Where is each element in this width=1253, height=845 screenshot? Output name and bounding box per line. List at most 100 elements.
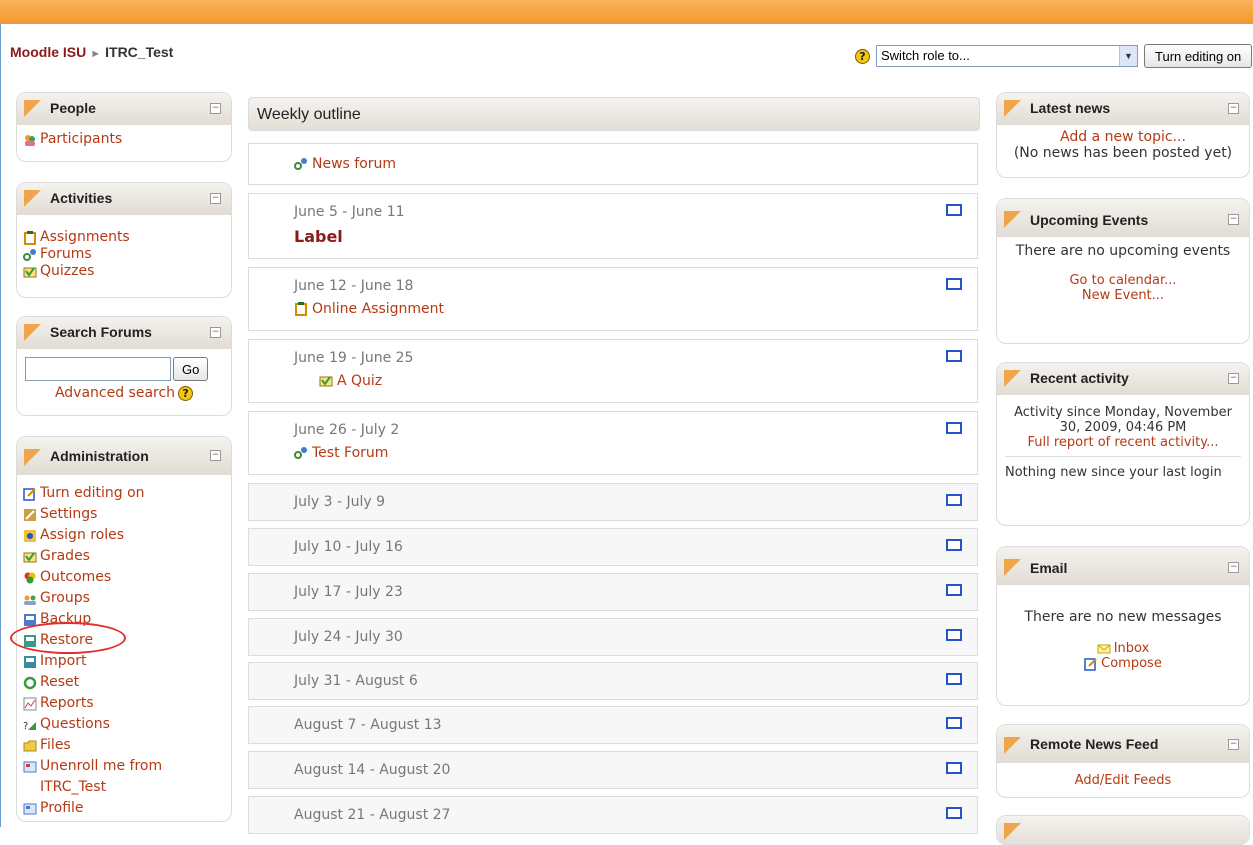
admin-item-reports[interactable]: Reports [23, 693, 225, 714]
admin-item-label: Unenroll me from [40, 758, 163, 774]
admin-item-profile[interactable]: Profile [23, 798, 225, 819]
week-date: July 24 - July 30 [294, 629, 403, 645]
block-title: Remote News Feed [1030, 736, 1159, 752]
block-title: Recent activity [1030, 370, 1129, 386]
help-icon[interactable]: ? [178, 385, 194, 401]
compose-icon [1084, 657, 1097, 671]
show-only-week-icon[interactable] [946, 762, 962, 774]
admin-item-label: Assign roles [40, 527, 125, 543]
new-event-link[interactable]: New Event... [999, 288, 1247, 303]
no-events-text: There are no upcoming events [1015, 243, 1231, 259]
turn-editing-on-button[interactable]: Turn editing on [1144, 44, 1253, 68]
show-only-week-icon[interactable] [946, 717, 962, 729]
folder-icon [23, 740, 37, 751]
collapse-icon[interactable]: − [210, 327, 221, 338]
compose-link[interactable]: Compose [999, 656, 1247, 671]
block-title: Email [1030, 560, 1068, 576]
frame-border [0, 24, 1, 827]
upcoming-events-block: Upcoming Events − There are no upcoming … [996, 198, 1250, 344]
collapse-icon[interactable]: − [1228, 739, 1239, 750]
block-corner-icon [1004, 559, 1021, 576]
admin-item-label: Settings [40, 506, 98, 522]
activities-block-header: Activities − [17, 183, 231, 215]
week-activity-link[interactable]: Test Forum [294, 445, 388, 461]
collapse-icon[interactable]: − [210, 193, 221, 204]
week-section: August 21 - August 27 [248, 796, 978, 834]
collapse-icon[interactable]: − [1228, 103, 1239, 114]
week-section: July 31 - August 6 [248, 662, 978, 700]
admin-item-outcomes[interactable]: Outcomes [23, 567, 225, 588]
admin-item-label: Outcomes [40, 569, 112, 585]
week-date: June 5 - June 11 [294, 204, 405, 220]
admin-item-settings[interactable]: Settings [23, 504, 225, 525]
switch-role-select[interactable]: Switch role to... ▼ [876, 45, 1138, 67]
show-only-week-icon[interactable] [946, 539, 962, 551]
show-only-week-icon[interactable] [946, 673, 962, 685]
admin-item-reset[interactable]: Reset [23, 672, 225, 693]
search-forums-block: Search Forums − Go Advanced search ? [16, 316, 232, 416]
add-topic-link[interactable]: Add a new topic... [999, 129, 1247, 145]
assignment-icon [24, 230, 36, 245]
show-only-week-icon[interactable] [946, 278, 962, 290]
collapse-icon[interactable]: − [210, 103, 221, 114]
admin-item-assign-roles[interactable]: Assign roles [23, 525, 225, 546]
latest-news-block: Latest news − Add a new topic... (No new… [996, 92, 1250, 178]
help-icon[interactable]: ? [855, 48, 870, 64]
compose-label: Compose [1101, 656, 1162, 671]
activities-item-quizzes[interactable]: Quizzes [23, 261, 225, 282]
add-edit-feeds-link[interactable]: Add/Edit Feeds [999, 773, 1247, 788]
advanced-search-link[interactable]: Advanced search [55, 385, 175, 401]
chevron-down-icon[interactable]: ▼ [1119, 46, 1137, 66]
show-only-week-icon[interactable] [946, 422, 962, 434]
breadcrumb: Moodle ISU ► ITRC_Test [10, 44, 173, 60]
admin-item-files[interactable]: Files [23, 735, 225, 756]
admin-item-label: Profile [40, 800, 84, 816]
admin-item-import[interactable]: Import [23, 651, 225, 672]
admin-item-unenroll-me-from[interactable]: Unenroll me from [23, 756, 225, 777]
collapse-icon[interactable]: − [210, 450, 221, 461]
breadcrumb-home[interactable]: Moodle ISU [10, 44, 86, 60]
block-title: Search Forums [50, 324, 152, 340]
week-section: July 24 - July 30 [248, 618, 978, 656]
participants-icon [25, 134, 35, 146]
news-forum-link[interactable]: News forum [294, 156, 396, 172]
week-section: July 3 - July 9 [248, 483, 978, 521]
admin-item-label: Reports [40, 695, 94, 711]
week-section: June 26 - July 2 Test Forum [248, 411, 978, 475]
quiz-icon [319, 376, 333, 387]
block-corner-icon [1004, 100, 1021, 117]
week-date: August 7 - August 13 [294, 717, 442, 733]
full-report-link[interactable]: Full report of recent activity... [1005, 435, 1241, 450]
participants-link[interactable]: Participants [23, 129, 225, 150]
search-forums-input[interactable] [25, 357, 171, 381]
search-go-button[interactable]: Go [173, 357, 209, 381]
admin-item-label: Files [40, 737, 71, 753]
admin-item-label: Turn editing on [40, 485, 145, 501]
block-title: Upcoming Events [1030, 212, 1149, 228]
show-only-week-icon[interactable] [946, 494, 962, 506]
block-corner-icon [24, 324, 41, 341]
forum-icon [23, 248, 36, 261]
show-only-week-icon[interactable] [946, 807, 962, 819]
admin-item-questions[interactable]: ? Questions [23, 714, 225, 735]
collapse-icon[interactable]: − [1228, 562, 1239, 573]
show-only-week-icon[interactable] [946, 204, 962, 216]
admin-item-itrc-test[interactable]: ITRC_Test [23, 777, 225, 798]
collapse-icon[interactable]: − [1228, 373, 1239, 384]
collapse-icon[interactable]: − [1228, 214, 1239, 225]
block-title: Administration [50, 448, 149, 464]
admin-item-label: ITRC_Test [40, 779, 107, 795]
show-only-week-icon[interactable] [946, 629, 962, 641]
admin-item-grades[interactable]: Grades [23, 546, 225, 567]
inbox-link[interactable]: Inbox [999, 641, 1247, 656]
go-to-calendar-link[interactable]: Go to calendar... [999, 273, 1247, 288]
recent-activity-block: Recent activity − Activity since Monday,… [996, 362, 1250, 526]
grades-icon [23, 551, 37, 562]
weekly-outline-title: Weekly outline [248, 97, 980, 131]
week-activity-link[interactable]: Online Assignment [294, 301, 444, 317]
admin-item-groups[interactable]: Groups [23, 588, 225, 609]
show-only-week-icon[interactable] [946, 350, 962, 362]
week-activity-link[interactable]: A Quiz [319, 373, 382, 389]
admin-item-turn-editing-on[interactable]: Turn editing on [23, 483, 225, 504]
show-only-week-icon[interactable] [946, 584, 962, 596]
